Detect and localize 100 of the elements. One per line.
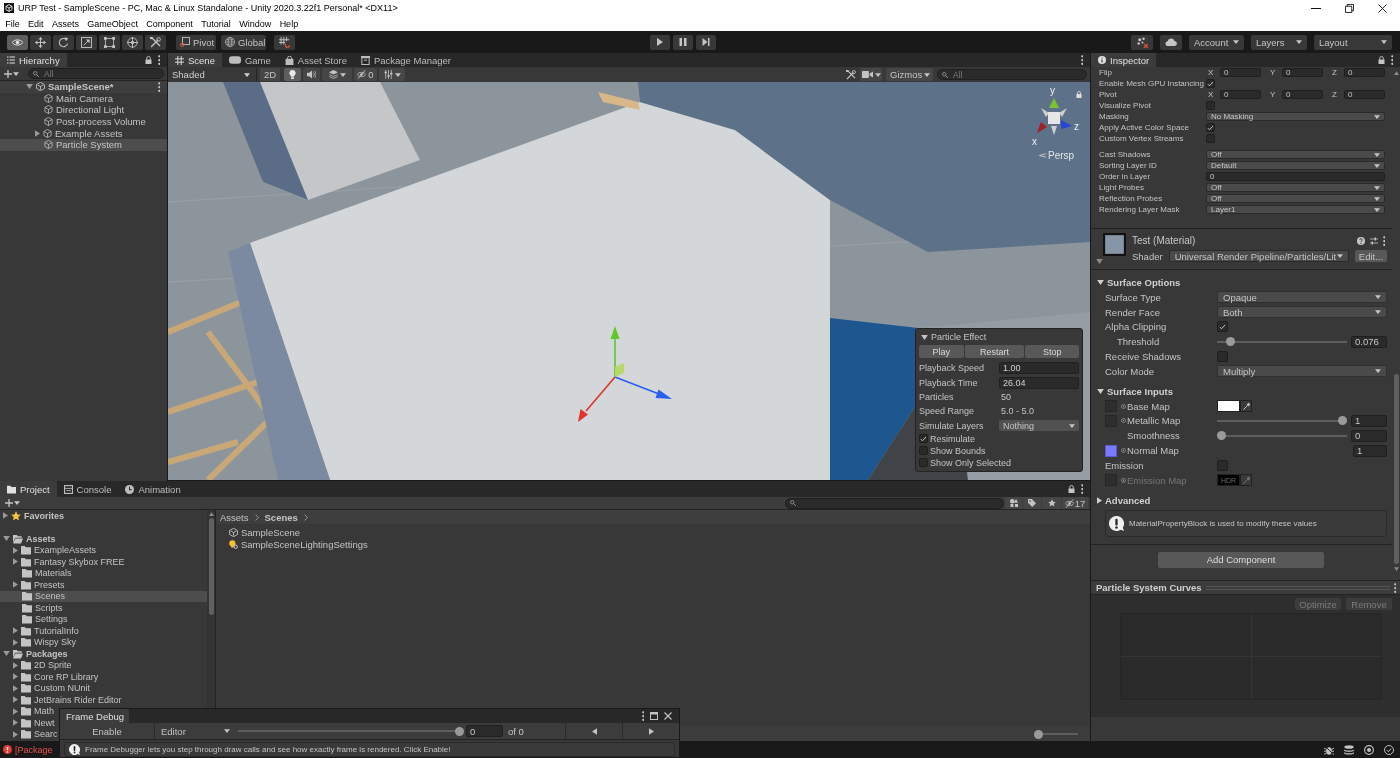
target-dropdown[interactable]: Editor [157, 724, 234, 738]
hierarchy-item[interactable]: Post-process Volume [0, 115, 167, 128]
number-field[interactable]: 0 [1206, 172, 1385, 181]
number-field[interactable]: 1 [1353, 444, 1387, 457]
checkbox[interactable] [919, 458, 928, 468]
playback-button[interactable]: Stop [1025, 345, 1079, 358]
folder-item[interactable]: Assets [0, 533, 56, 545]
panel-tab[interactable]: Console [56, 481, 119, 497]
tool-button[interactable] [99, 34, 120, 50]
menu-item[interactable]: File [1, 18, 24, 29]
search-field[interactable] [785, 497, 1004, 509]
number-field[interactable]: 0 [466, 725, 503, 737]
triangle-right-icon[interactable] [13, 638, 18, 646]
hierarchy-item[interactable]: Example Assets [0, 127, 167, 139]
folder-item[interactable]: Favorites [0, 510, 65, 522]
hidden-objects-toggle[interactable]: 0 [354, 68, 377, 81]
dropdown[interactable]: Default [1206, 161, 1385, 170]
lock-icon[interactable] [1067, 485, 1075, 493]
folder-item[interactable]: 2D Sprite [0, 659, 72, 671]
object-picker-icon[interactable] [1121, 477, 1126, 483]
checkbox[interactable] [1217, 351, 1228, 363]
playback-button[interactable]: Restart [964, 345, 1025, 358]
menu-item[interactable]: Assets [47, 18, 84, 29]
projection-label[interactable]: Persp [1048, 150, 1075, 161]
folder-item[interactable]: Core RP Library [0, 671, 99, 683]
search-field[interactable]: All [937, 69, 1087, 80]
slider-thumb[interactable] [1338, 416, 1347, 426]
folder-item[interactable]: Searc [0, 728, 58, 740]
folder-item[interactable]: Scripts [0, 602, 63, 614]
triangle-right-icon[interactable] [13, 661, 18, 669]
menu-item[interactable]: Component [142, 18, 197, 29]
folder-item[interactable]: Custom NUnit [0, 682, 90, 694]
section-header[interactable]: Surface Options [1091, 275, 1392, 290]
texture-slot[interactable] [1105, 444, 1117, 457]
pause-button[interactable] [673, 34, 693, 50]
folder-item[interactable]: Fantasy Skybox FREE [0, 556, 125, 568]
tools-icon[interactable] [846, 69, 856, 80]
favorite-button[interactable] [1042, 497, 1061, 509]
minimize-icon[interactable] [1311, 7, 1321, 9]
eyedropper-button[interactable] [1240, 400, 1252, 413]
number-field[interactable]: 0 [1282, 68, 1323, 77]
more-menu-icon[interactable] [1080, 55, 1083, 65]
folder-item[interactable]: TutorialInfo [0, 625, 79, 637]
scroll-up-icon[interactable] [208, 512, 214, 516]
dropdown[interactable]: Both [1217, 306, 1387, 319]
scrollbar-thumb[interactable] [208, 518, 214, 615]
slider-thumb[interactable] [1217, 431, 1226, 441]
hierarchy-item[interactable]: Particle System [0, 138, 167, 151]
folder-item[interactable]: Wispy Sky [0, 636, 76, 648]
tool-button[interactable] [145, 34, 166, 50]
triangle-right-icon[interactable] [13, 684, 18, 692]
slider-thumb[interactable] [1034, 729, 1043, 739]
triangle-right-icon[interactable] [13, 719, 18, 727]
tool-button[interactable] [7, 34, 28, 50]
ring-icon[interactable] [1364, 744, 1374, 755]
play-button[interactable] [650, 34, 670, 50]
triangle-down-icon[interactable] [26, 84, 33, 90]
more-menu-icon[interactable] [1080, 484, 1083, 494]
dropdown[interactable]: Off [1206, 194, 1385, 203]
menu-item[interactable]: Edit [23, 18, 48, 29]
triangle-right-icon[interactable] [13, 696, 18, 704]
triangle-right-icon[interactable] [13, 627, 18, 635]
bug-icon[interactable] [1324, 744, 1334, 755]
inspector-tab[interactable]: Inspector [1091, 53, 1157, 67]
dropdown[interactable]: Multiply [1217, 365, 1387, 378]
panel-tab[interactable]: Project [0, 481, 57, 497]
asset-item[interactable]: SampleScene [229, 526, 301, 538]
orientation-gizmo-icon[interactable] [1036, 98, 1072, 136]
slider-thumb[interactable] [1226, 337, 1236, 347]
cloud-button[interactable] [1160, 34, 1182, 50]
filter-label-button[interactable] [1023, 497, 1041, 509]
asset-item[interactable]: SampleSceneLightingSettings [229, 538, 368, 550]
checkbox[interactable] [919, 446, 928, 456]
dropdown[interactable]: No Masking [1206, 112, 1385, 121]
shading-dropdown[interactable]: Shaded [172, 68, 257, 81]
more-menu-icon[interactable] [1382, 235, 1385, 246]
triangle-right-icon[interactable] [3, 512, 8, 520]
breadcrumb-item[interactable]: Scenes [264, 511, 298, 523]
triangle-right-icon[interactable] [35, 129, 40, 137]
create-button[interactable] [4, 68, 19, 79]
enable-button[interactable]: Enable [60, 723, 155, 739]
step-button[interactable] [696, 34, 716, 50]
dropdown[interactable]: Nothing [999, 420, 1079, 432]
tool-button[interactable] [76, 34, 97, 50]
panel-tab[interactable]: Game [221, 53, 278, 67]
triangle-down-icon[interactable] [3, 536, 10, 542]
tool-button[interactable] [30, 34, 51, 50]
panel-tab[interactable]: Asset Store [277, 53, 354, 67]
hierarchy-item[interactable]: SampleScene* [0, 81, 167, 93]
triangle-down-icon[interactable] [1096, 259, 1103, 264]
triangle-down-icon[interactable] [921, 334, 928, 340]
add-component-button[interactable]: Add Component [1158, 551, 1324, 568]
camera-button[interactable] [860, 68, 882, 81]
checkbox[interactable] [1206, 101, 1215, 110]
edit-button[interactable]: Edit... [1355, 250, 1387, 262]
number-field[interactable]: 0.076 [1351, 335, 1387, 348]
restore-icon[interactable] [1345, 3, 1354, 13]
triangle-right-icon[interactable] [13, 730, 18, 738]
triangle-right-icon[interactable] [13, 546, 18, 554]
collab-button[interactable] [1131, 34, 1153, 50]
